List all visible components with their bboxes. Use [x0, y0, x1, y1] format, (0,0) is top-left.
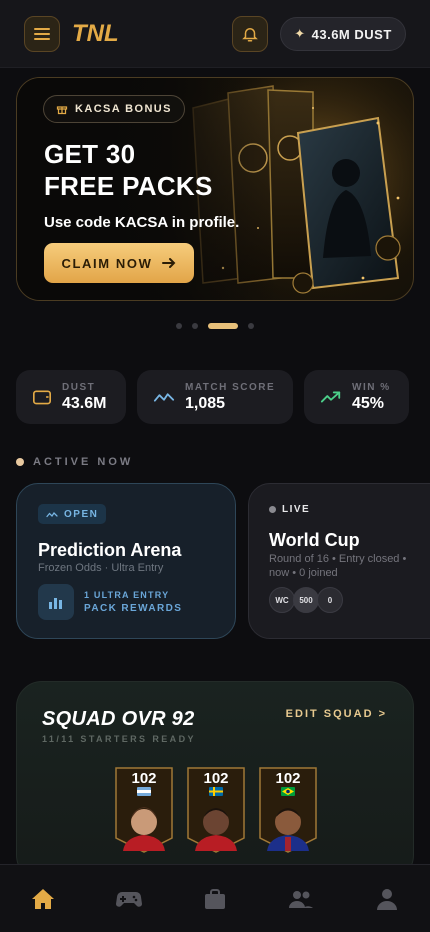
- card-subtitle: Frozen Odds · Ultra Entry: [38, 562, 164, 574]
- stat-value: 43.6M: [62, 394, 107, 412]
- reward-line1: 1 ULTRA ENTRY: [84, 590, 170, 600]
- chip: 0: [317, 587, 343, 613]
- bottom-navigation: [0, 864, 430, 932]
- nav-bag[interactable]: [201, 885, 229, 913]
- banner-title-line1: GET 30: [44, 139, 136, 169]
- nav-friends[interactable]: [287, 885, 315, 913]
- wallet-icon: [33, 390, 51, 405]
- stat-dust: DUST 43.6M: [16, 370, 126, 424]
- reward-line2: PACK REWARDS: [84, 603, 183, 614]
- bell-icon: [242, 28, 258, 42]
- stat-value: 1,085: [185, 394, 226, 412]
- bag-icon: [205, 889, 225, 909]
- chip: WC: [269, 587, 295, 613]
- player-ovr: 102: [131, 770, 157, 787]
- card-title: Prediction Arena: [38, 540, 182, 560]
- carousel-dot[interactable]: [176, 323, 182, 329]
- bonus-badge: KACSA BONUS: [43, 95, 185, 123]
- users-icon: [289, 891, 313, 908]
- trending-up-icon: [320, 391, 341, 403]
- bonus-badge-label: KACSA BONUS: [75, 103, 172, 115]
- claim-now-label: CLAIM NOW: [61, 255, 153, 271]
- carousel-dot[interactable]: [192, 323, 198, 329]
- stat-label: DUST: [62, 381, 96, 393]
- world-cup-card[interactable]: LIVE World Cup Round of 16 • Entry close…: [248, 483, 430, 639]
- notifications-button[interactable]: [232, 16, 268, 52]
- squad-subtitle: 11/11 STARTERS READY: [42, 734, 196, 744]
- live-status-badge: LIVE: [269, 504, 310, 515]
- nav-home[interactable]: [29, 885, 57, 913]
- player-card[interactable]: 102: [115, 767, 173, 853]
- open-status-badge: OPEN: [38, 504, 107, 524]
- squad-panel: SQUAD OVR 92 11/11 STARTERS READY EDIT S…: [16, 681, 414, 881]
- live-dot-icon: [269, 506, 276, 513]
- stat-value: 45%: [352, 394, 385, 412]
- menu-button[interactable]: [24, 16, 60, 52]
- gamepad-icon: [116, 892, 142, 907]
- sparkle-icon: ✦: [294, 26, 306, 41]
- claim-now-button[interactable]: CLAIM NOW: [44, 243, 194, 283]
- promo-banner[interactable]: KACSA BONUS GET 30 FREE PACKS Use code K…: [16, 77, 414, 301]
- activity-icon: [46, 511, 58, 517]
- player-card[interactable]: 102: [187, 767, 245, 853]
- stat-match-score: MATCH SCORE 1,085: [137, 370, 293, 424]
- player-ovr: 102: [203, 770, 229, 787]
- participant-chips: WC 500 0: [269, 587, 343, 613]
- gift-icon: [56, 106, 68, 115]
- bar-chart-icon: [38, 584, 74, 620]
- card-title: World Cup: [269, 530, 360, 550]
- card-subtitle-line1: Round of 16 • Entry closed •: [269, 553, 407, 565]
- prediction-arena-card[interactable]: OPEN Prediction Arena Frozen Odds · Ultr…: [16, 483, 236, 639]
- sweden-flag-icon: [209, 787, 223, 796]
- dust-balance-pill[interactable]: ✦ 43.6M DUST: [280, 17, 406, 51]
- squad-title: SQUAD OVR 92: [42, 708, 195, 730]
- top-bar: TNL ✦ 43.6M DUST: [0, 0, 430, 68]
- player-ovr: 102: [275, 770, 301, 787]
- app-logo[interactable]: TNL: [72, 20, 119, 48]
- carousel-indicator: [0, 323, 430, 329]
- status-dot-icon: [16, 458, 24, 466]
- stat-label: WIN %: [352, 381, 391, 393]
- dust-balance-value: 43.6M DUST: [311, 26, 392, 42]
- live-status-label: LIVE: [282, 504, 311, 515]
- arrow-right-icon: [162, 258, 176, 268]
- argentina-flag-icon: [137, 787, 151, 796]
- banner-title: GET 30 FREE PACKS: [44, 138, 213, 202]
- stat-label: MATCH SCORE: [185, 381, 276, 393]
- card-subtitle-line2: now • 0 joined: [269, 567, 338, 579]
- stat-win-percent: WIN % 45%: [304, 370, 409, 424]
- edit-squad-link[interactable]: EDIT SQUAD >: [286, 708, 387, 720]
- user-icon: [377, 889, 397, 910]
- player-card[interactable]: 102: [259, 767, 317, 853]
- nav-profile[interactable]: [373, 885, 401, 913]
- brazil-flag-icon: [281, 787, 295, 796]
- active-now-heading: ACTIVE NOW: [16, 456, 133, 468]
- nav-games[interactable]: [115, 885, 143, 913]
- banner-subtitle: Use code KACSA in profile.: [44, 214, 240, 231]
- hamburger-icon: [34, 28, 50, 40]
- activity-icon: [153, 393, 175, 402]
- banner-title-line2: FREE PACKS: [44, 171, 213, 201]
- carousel-dot[interactable]: [248, 323, 254, 329]
- home-icon: [32, 889, 54, 909]
- active-now-label: ACTIVE NOW: [33, 456, 134, 468]
- carousel-dot-active[interactable]: [208, 323, 238, 329]
- open-status-label: OPEN: [64, 508, 99, 520]
- chip: 500: [293, 587, 319, 613]
